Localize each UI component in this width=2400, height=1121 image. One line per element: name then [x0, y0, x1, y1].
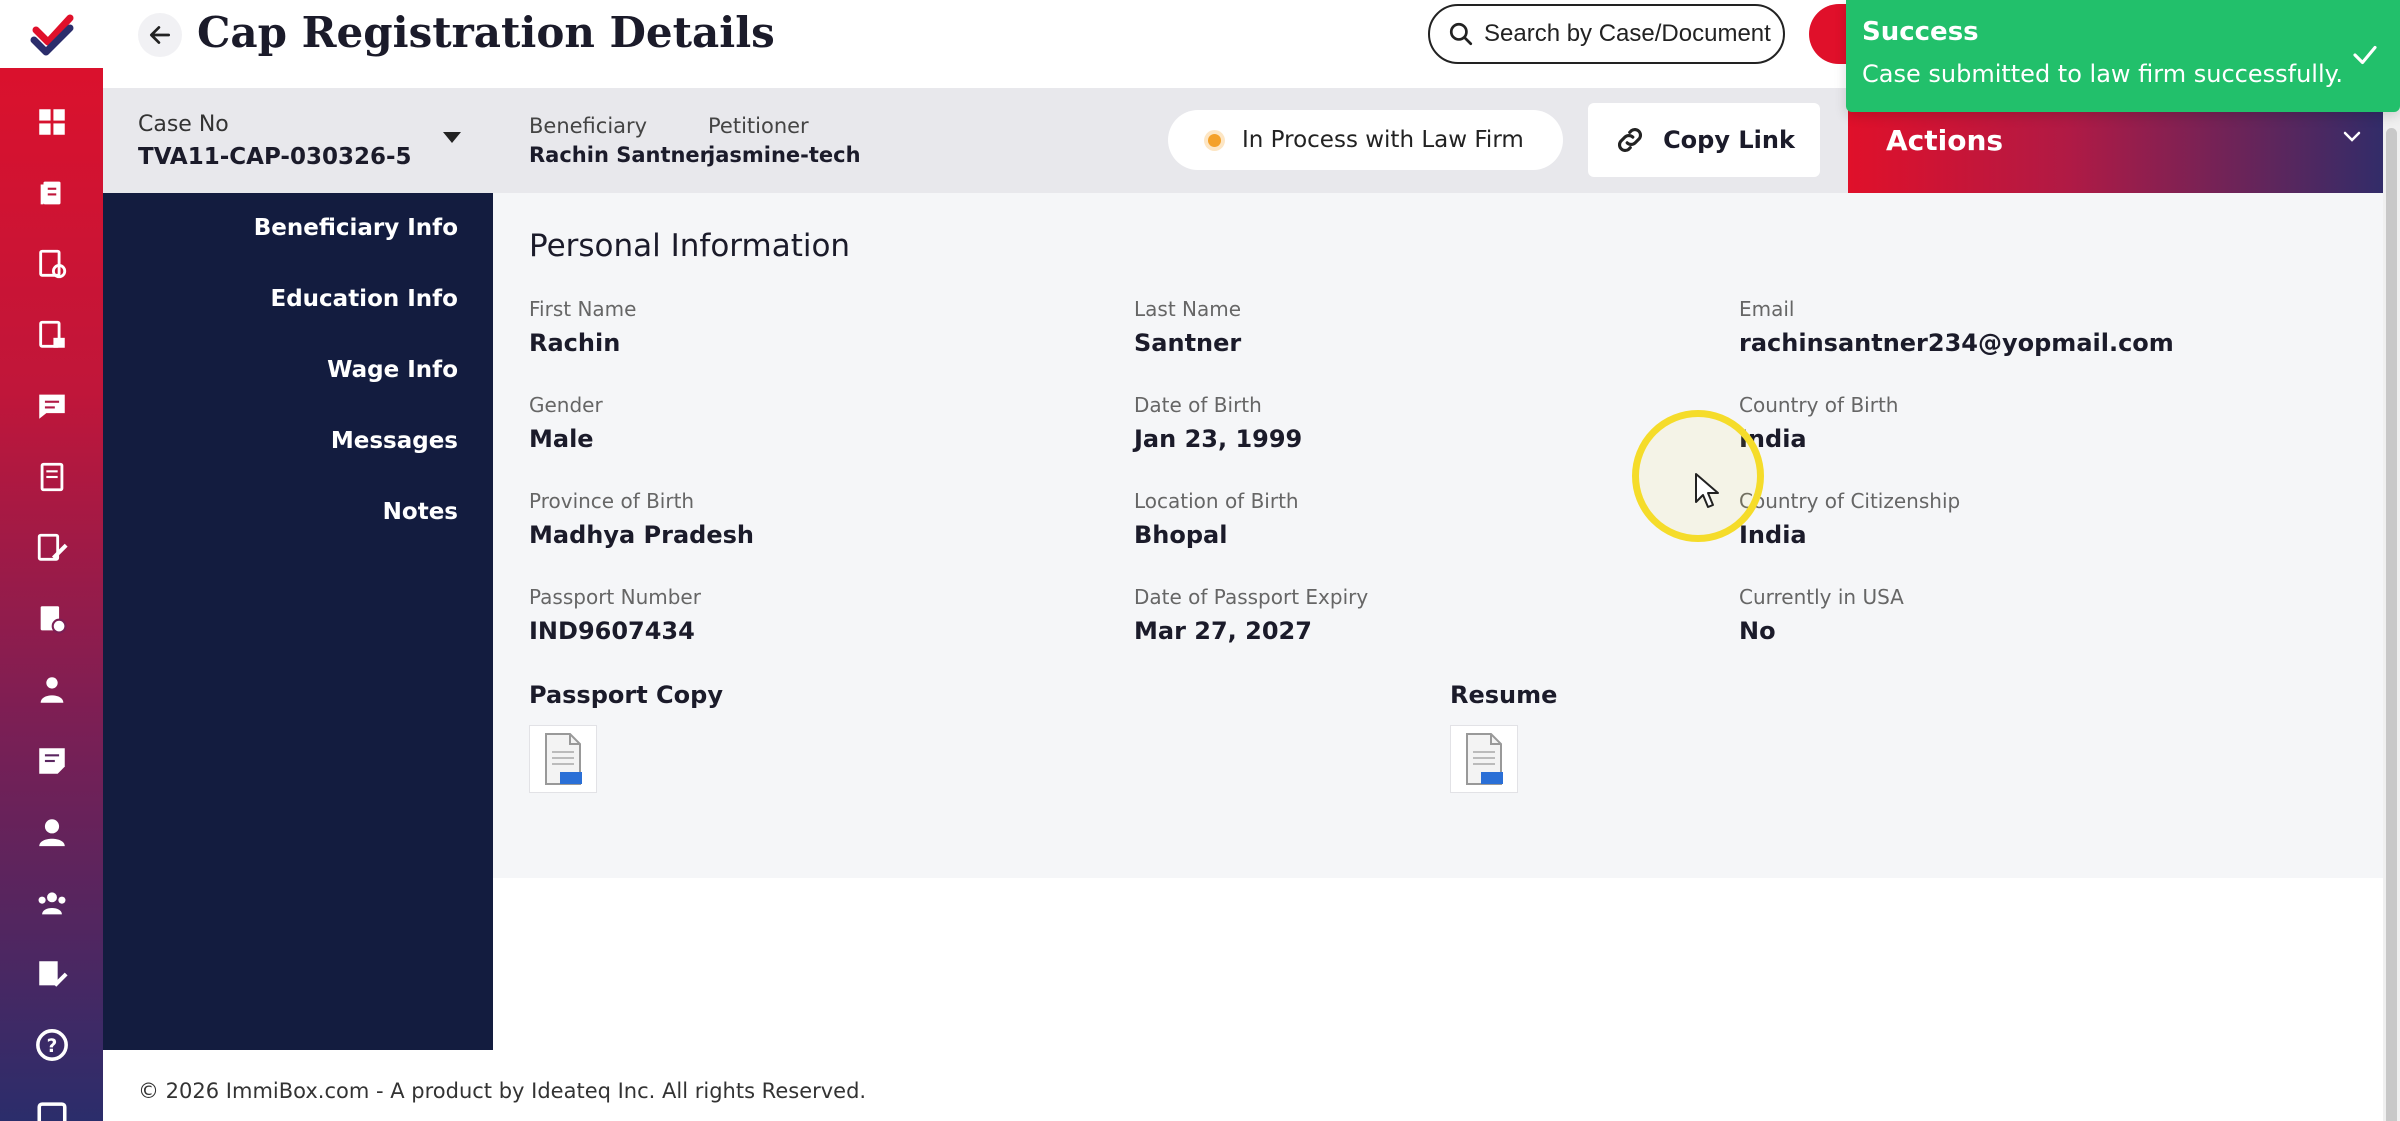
svg-text:?: ? [46, 1036, 57, 1057]
province-of-birth-label: Province of Birth [529, 489, 695, 513]
form-edit-icon[interactable] [0, 950, 103, 998]
subnav-item-education-info[interactable]: Education Info [270, 286, 458, 312]
petitioner-label: Petitioner [708, 114, 809, 138]
country-of-birth-label: Country of Birth [1739, 393, 1899, 417]
chat-icon[interactable] [0, 382, 103, 430]
beneficiary-value: Rachin Santner [529, 143, 711, 167]
case-dropdown-caret-icon[interactable] [443, 132, 461, 143]
passport-expiry-label: Date of Passport Expiry [1134, 585, 1369, 609]
doc-settings-icon[interactable] [0, 240, 103, 288]
passport-expiry-value: Mar 27, 2027 [1134, 617, 1312, 645]
group-icon[interactable] [0, 879, 103, 927]
subnav-item-notes[interactable]: Notes [383, 499, 458, 525]
passport-number-value: IND9607434 [529, 617, 695, 645]
passport-copy-title: Passport Copy [529, 681, 723, 709]
toast-title: Success [1862, 17, 1979, 47]
province-of-birth-value: Madhya Pradesh [529, 521, 754, 549]
email-label: Email [1739, 297, 1795, 321]
location-of-birth-label: Location of Birth [1134, 489, 1299, 513]
currently-in-usa-label: Currently in USA [1739, 585, 1904, 609]
success-toast: Success Case submitted to law firm succe… [1846, 0, 2400, 112]
search-input[interactable] [1484, 20, 1774, 48]
mouse-cursor-icon [1695, 473, 1719, 508]
first-name-value: Rachin [529, 329, 621, 357]
country-of-citizenship-value: India [1739, 521, 1807, 549]
dob-label: Date of Birth [1134, 393, 1262, 417]
link-icon [1618, 127, 1643, 153]
doc-check-icon[interactable] [0, 595, 103, 643]
petitioner-value: jasmine-tech [708, 143, 861, 167]
subnav-item-messages[interactable]: Messages [331, 428, 458, 454]
section-title: Personal Information [529, 228, 851, 264]
doc-lock-icon[interactable] [0, 311, 103, 359]
check-icon [2353, 45, 2377, 65]
back-button[interactable] [138, 13, 182, 57]
toast-message: Case submitted to law firm successfully. [1862, 60, 2344, 88]
status-dot-icon [1208, 134, 1221, 147]
email-value: rachinsantner234@yopmail.com [1739, 329, 2174, 357]
passport-copy-file-icon[interactable] [529, 725, 597, 793]
documents-icon[interactable] [0, 169, 103, 217]
currently-in-usa-value: No [1739, 617, 1776, 645]
actions-label: Actions [1886, 124, 2004, 157]
page-scrollbar[interactable] [2383, 88, 2400, 1121]
case-no-label: Case No [138, 112, 229, 137]
last-name-label: Last Name [1134, 297, 1242, 321]
arrow-left-icon [149, 26, 171, 44]
chevron-down-icon [2343, 131, 2361, 142]
content-empty-area [493, 878, 2383, 1050]
person-icon[interactable] [0, 808, 103, 856]
gender-value: Male [529, 425, 594, 453]
more-icon[interactable] [0, 1090, 103, 1121]
copy-link-button[interactable]: Copy Link [1588, 103, 1820, 177]
copy-link-label: Copy Link [1663, 126, 1795, 154]
resume-file-icon[interactable] [1450, 725, 1518, 793]
location-of-birth-value: Bhopal [1134, 521, 1228, 549]
status-text: In Process with Law Firm [1242, 127, 1524, 153]
dashboard-icon[interactable] [0, 98, 103, 146]
edit-doc-icon[interactable] [0, 524, 103, 572]
help-icon[interactable]: ? [0, 1021, 103, 1069]
logo-icon[interactable] [0, 0, 103, 68]
first-name-label: First Name [529, 297, 637, 321]
beneficiary-label: Beneficiary [529, 114, 648, 138]
passport-number-label: Passport Number [529, 585, 701, 609]
subnav-item-wage-info[interactable]: Wage Info [327, 357, 458, 383]
scrollbar-thumb[interactable] [2386, 128, 2397, 1121]
book-icon[interactable] [0, 453, 103, 501]
personal-info-panel: Personal Information First Name Rachin L… [493, 193, 2383, 878]
status-badge: In Process with Law Firm [1168, 110, 1563, 170]
search-icon [1449, 22, 1473, 46]
footer-copyright: © 2026 ImmiBox.com - A product by Ideate… [138, 1079, 867, 1103]
notes-icon[interactable] [0, 737, 103, 785]
subnav-item-beneficiary-info[interactable]: Beneficiary Info [254, 215, 458, 241]
icon-rail: ? [0, 0, 103, 1121]
gender-label: Gender [529, 393, 603, 417]
dob-value: Jan 23, 1999 [1134, 425, 1303, 453]
user-icon[interactable] [0, 666, 103, 714]
page-title: Cap Registration Details [197, 8, 775, 57]
footer: © 2026 ImmiBox.com - A product by Ideate… [103, 1050, 2383, 1121]
country-of-citizenship-label: Country of Citizenship [1739, 489, 1961, 513]
resume-title: Resume [1450, 681, 1558, 709]
section-sidebar: Beneficiary Info Education Info Wage Inf… [103, 193, 493, 1050]
search-box[interactable] [1428, 4, 1785, 64]
case-no-value: TVA11-CAP-030326-5 [138, 144, 412, 170]
last-name-value: Santner [1134, 329, 1242, 357]
